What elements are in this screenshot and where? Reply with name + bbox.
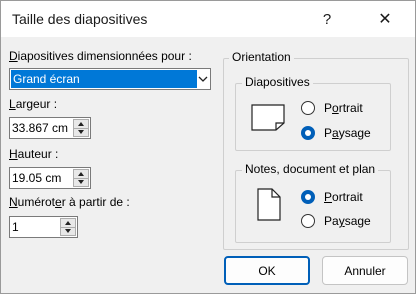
dialog-title: Taille des diapositives [12,11,148,27]
slides-orientation-title: Diapositives [242,75,313,89]
slide-size-selected-value: Grand écran [11,70,197,88]
notes-landscape-radio-circle [301,214,315,228]
slides-portrait-label: Portrait [324,101,363,115]
slides-landscape-radio[interactable]: Paysage [301,126,371,140]
chevron-down-icon [198,76,208,82]
height-decrement-button[interactable] [73,177,89,187]
title-bar: Taille des diapositives ? ✕ [1,1,415,37]
arrow-up-icon [78,121,84,126]
slides-landscape-label: Paysage [324,126,371,140]
landscape-page-icon [251,104,285,131]
height-label: Hauteur : [9,147,59,161]
height-spinner[interactable]: 19.05 cm [9,167,91,189]
arrow-down-icon [78,180,84,185]
notes-landscape-radio[interactable]: Paysage [301,214,371,228]
width-decrement-button[interactable] [73,127,89,137]
width-label: Largeur : [9,97,58,111]
slides-portrait-radio-circle [301,101,315,115]
notes-portrait-radio[interactable]: Portrait [301,190,363,204]
notes-orientation-title: Notes, document et plan [242,162,379,176]
height-value: 19.05 cm [12,171,62,185]
notes-portrait-radio-circle [301,190,315,204]
arrow-up-icon [65,220,71,225]
arrow-down-icon [78,130,84,135]
slides-portrait-radio[interactable]: Portrait [301,101,363,115]
slides-landscape-radio-circle [301,126,315,140]
width-spinner[interactable]: 33.867 cm [9,117,91,139]
close-icon[interactable]: ✕ [365,3,405,35]
numbering-decrement-button[interactable] [60,226,76,236]
orientation-title: Orientation [229,50,294,64]
portrait-page-icon [257,188,281,221]
height-increment-button[interactable] [73,169,89,178]
cancel-button[interactable]: Annuler [322,256,408,285]
slide-size-label: Diapositives dimensionnées pour : [9,49,192,63]
arrow-down-icon [65,229,71,234]
notes-portrait-label: Portrait [324,190,363,204]
slide-size-select[interactable]: Grand écran [9,68,211,90]
ok-button[interactable]: OK [224,256,310,285]
notes-landscape-label: Paysage [324,214,371,228]
help-icon[interactable]: ? [307,3,347,35]
width-value: 33.867 cm [12,121,69,135]
numbering-increment-button[interactable] [60,218,76,227]
slide-size-dialog: Taille des diapositives ? ✕ Diapositives… [0,0,416,294]
width-increment-button[interactable] [73,119,89,128]
arrow-up-icon [78,171,84,176]
numbering-label: Numéroter à partir de : [9,195,130,209]
numbering-spinner[interactable]: 1 [9,216,78,238]
